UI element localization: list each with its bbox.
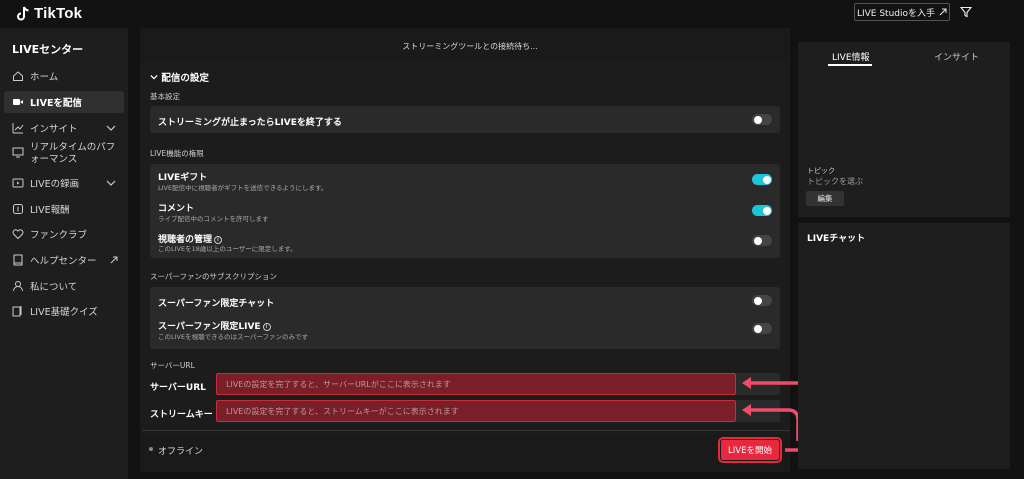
server-url-field[interactable]: LIVEの設定を完了すると、サーバーURLがここに表示されます xyxy=(216,373,736,395)
live-chat-panel xyxy=(798,223,1010,469)
superfan-chat-toggle[interactable] xyxy=(752,295,772,306)
video-camera-icon xyxy=(13,99,23,105)
sidebar-item-label: インサイト xyxy=(30,124,78,135)
connection-status: ストリーミングツールとの接続待ち... xyxy=(402,42,538,51)
chart-icon xyxy=(12,123,24,134)
chevron-down-icon[interactable] xyxy=(106,178,116,188)
external-arrow-icon xyxy=(939,8,947,16)
sidebar-item-label: LIVEの録画 xyxy=(30,179,80,190)
status-dot xyxy=(149,447,153,451)
person-icon xyxy=(13,281,23,292)
gifts-toggle[interactable] xyxy=(752,174,772,185)
info-icon[interactable]: i xyxy=(262,323,271,331)
sidebar-title: LIVEセンター xyxy=(12,43,84,56)
topic-label: トピック xyxy=(807,167,835,175)
cards-icon xyxy=(12,306,22,317)
chevron-down-icon xyxy=(150,74,158,80)
sidebar-item-insights[interactable]: インサイト xyxy=(4,117,124,139)
sidebar-item-about-me[interactable]: 私について xyxy=(4,275,124,297)
tiktok-note-icon xyxy=(17,6,29,20)
book-icon xyxy=(13,254,23,266)
sidebar-item-quiz[interactable]: LIVE基礎クイズ xyxy=(4,300,124,322)
sidebar-item-recordings[interactable]: LIVEの録画 xyxy=(4,172,124,194)
tab-insights[interactable]: インサイト xyxy=(934,50,979,63)
top-bar: TikTok LIVE Studioを入手 xyxy=(0,0,1024,28)
sidebar-item-label: ホーム xyxy=(30,72,59,83)
reward-icon xyxy=(13,204,23,214)
server-url-placeholder: LIVEの設定を完了すると、サーバーURLがここに表示されます xyxy=(226,379,451,389)
copy-key-slot[interactable] xyxy=(736,400,780,422)
sidebar-item-label: ヘルプセンター xyxy=(30,256,97,267)
end-on-stop-label: ストリーミングが止まったらLIVEを終了する xyxy=(158,118,342,128)
get-live-studio-button[interactable]: LIVE Studioを入手 xyxy=(854,3,950,21)
stream-key-field[interactable]: LIVEの設定を完了すると、ストリームキーがここに表示されます xyxy=(216,400,736,422)
sidebar-item-label: リアルタイムのパフォーマンス xyxy=(30,142,116,165)
heart-icon xyxy=(12,229,24,240)
recording-icon xyxy=(12,178,24,188)
sidebar-item-home[interactable]: ホーム xyxy=(4,65,124,87)
divider xyxy=(142,430,790,431)
server-section-label: サーバーURL xyxy=(150,361,195,370)
superfan-live-toggle[interactable] xyxy=(752,323,772,334)
comments-toggle[interactable] xyxy=(752,205,772,216)
section-title-text: 配信の設定 xyxy=(161,73,209,84)
basic-settings-label: 基本設定 xyxy=(150,92,180,101)
studio-button-label: LIVE Studioを入手 xyxy=(856,8,936,19)
topic-select[interactable]: トピックを選ぶ xyxy=(807,176,863,187)
comments-desc: ライブ配信中のコメントを許可します xyxy=(158,215,269,223)
superfan-live-desc: このLIVEを視聴できるのはスーパーファンのみです xyxy=(158,333,309,341)
sidebar-item-fanclub[interactable]: ファンクラブ xyxy=(4,223,124,245)
superfan-chat-label: スーパーファン限定チャット xyxy=(158,299,275,309)
sidebar-item-label: LIVE基礎クイズ xyxy=(30,307,98,318)
server-url-label: サーバーURL xyxy=(150,383,206,393)
permissions-label: LIVE機能の権限 xyxy=(150,149,204,158)
status-label: オフライン xyxy=(158,447,204,457)
sidebar-item-rewards[interactable]: LIVE報酬 xyxy=(4,198,124,220)
tiktok-logo[interactable]: TikTok xyxy=(16,5,82,22)
start-live-button[interactable]: LIVEを開始 xyxy=(718,437,782,463)
end-on-stop-toggle[interactable] xyxy=(752,114,772,125)
viewer-mgmt-toggle[interactable] xyxy=(752,235,772,246)
external-link-icon xyxy=(110,256,118,264)
sidebar-item-go-live[interactable]: LIVEを配信 xyxy=(4,91,124,113)
viewer-mgmt-desc: このLIVEを18歳以上のユーザーに限定します。 xyxy=(158,245,297,253)
stream-settings-header[interactable]: 配信の設定 xyxy=(150,70,209,84)
stream-key-placeholder: LIVEの設定を完了すると、ストリームキーがここに表示されます xyxy=(226,406,459,416)
copy-url-slot[interactable] xyxy=(736,373,780,395)
edit-button[interactable]: 編集 xyxy=(806,191,844,206)
home-icon xyxy=(13,71,23,81)
sidebar-item-label: LIVE報酬 xyxy=(30,205,70,216)
stream-key-label: ストリームキー xyxy=(150,410,213,420)
monitor-icon xyxy=(12,147,24,158)
tab-live-info[interactable]: LIVE情報 xyxy=(832,50,870,63)
sidebar-item-realtime[interactable]: リアルタイムのパフォーマンス xyxy=(4,142,124,170)
live-chat-title: LIVEチャット xyxy=(807,234,866,244)
gifts-desc: LIVE配信中に視聴者がギフトを送信できるようにします。 xyxy=(158,184,328,192)
active-tab-indicator xyxy=(828,64,872,66)
logo-text: TikTok xyxy=(34,5,83,22)
sidebar-item-label: LIVEを配信 xyxy=(30,98,82,109)
chevron-down-icon[interactable] xyxy=(106,123,116,133)
superfan-label: スーパーファンのサブスクリプション xyxy=(150,272,277,281)
sidebar-item-label: ファンクラブ xyxy=(30,230,88,241)
filter-icon[interactable] xyxy=(960,6,972,18)
sidebar-item-label: 私について xyxy=(30,282,78,293)
sidebar-item-help-center[interactable]: ヘルプセンター xyxy=(4,249,124,271)
